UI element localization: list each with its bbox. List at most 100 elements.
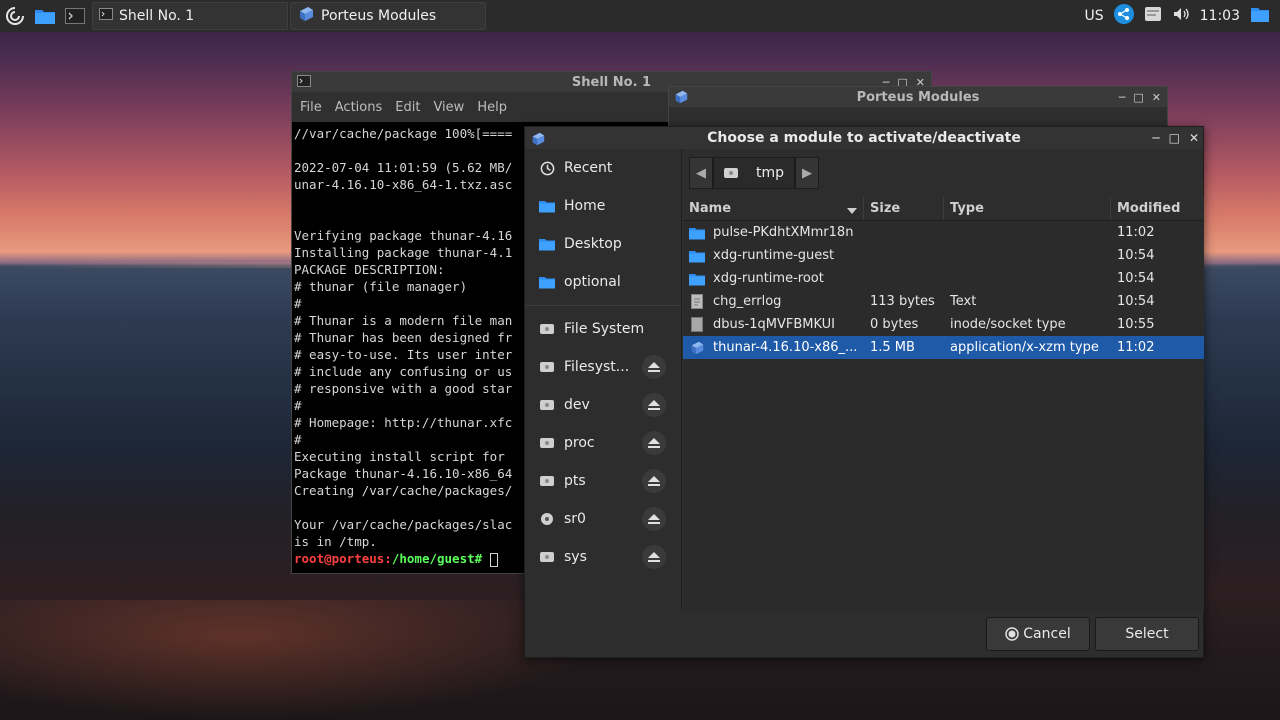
show-desktop-icon[interactable] [1250,5,1270,27]
sidebar-item-label: Home [564,198,606,214]
share-icon[interactable] [1113,4,1134,28]
file-list[interactable]: Name Size Type Modified pulse-PKdhtXMmr1… [683,197,1204,611]
module-icon [689,340,705,356]
eject-icon[interactable] [642,469,666,493]
path-bar: ◀ tmp ▶ [689,157,820,189]
file-row[interactable]: thunar-4.16.10-x86_... 1.5 MB application/… [683,336,1204,359]
terminal-launcher-icon[interactable] [60,0,90,32]
sort-descending-icon [847,204,857,219]
menu-view[interactable]: View [433,100,464,115]
close-icon[interactable]: ✕ [1189,131,1199,145]
taskbar-item-shell[interactable]: Shell No. 1 [92,2,288,30]
cancel-button[interactable]: Cancel [986,617,1090,651]
cancel-label: Cancel [1023,626,1071,642]
eject-icon[interactable] [642,507,666,531]
drive-icon [539,549,555,565]
column-header-label: Size [870,201,901,216]
select-button[interactable]: Select [1095,617,1199,651]
clock[interactable]: 11:03 [1200,8,1240,24]
path-forward-button[interactable]: ▶ [795,157,820,189]
disc-icon [539,511,555,527]
file-size: 1.5 MB [870,340,915,355]
text-file-icon [689,294,705,310]
file-chooser-dialog[interactable]: Choose a module to activate/deactivate ─… [524,126,1204,658]
chevron-right-icon: ▶ [802,165,813,181]
eject-icon[interactable] [642,355,666,379]
sidebar-item-sys[interactable]: sys [525,538,681,576]
file-name: dbus-1qMVFBMKUI [713,317,835,332]
menu-help[interactable]: Help [477,100,507,115]
path-back-button[interactable]: ◀ [689,157,713,189]
taskbar-item-porteus-modules[interactable]: Porteus Modules [290,2,486,30]
eject-icon[interactable] [642,431,666,455]
file-name-cell: xdg-runtime-guest [683,248,864,264]
drive-icon [539,397,555,413]
column-header-size[interactable]: Size [864,197,944,220]
prompt-user: root@porteus: [294,551,392,566]
file-name: xdg-runtime-root [713,271,824,286]
column-header-modified[interactable]: Modified [1111,197,1204,220]
sidebar-item-optional[interactable]: optional [525,263,681,301]
maximize-icon[interactable]: □ [1169,131,1180,145]
sidebar-item-filesyst[interactable]: Filesyst... [525,348,681,386]
wallpaper-sand-reflection [0,600,600,720]
sidebar-item-pts[interactable]: pts [525,462,681,500]
drive-icon [539,359,555,375]
file-type: Text [950,294,977,309]
sidebar-item-label: Filesyst... [564,359,630,375]
file-row[interactable]: xdg-runtime-guest 10:54 [683,244,1204,267]
file-row[interactable]: dbus-1qMVFBMKUI 0 bytes inode/socket type 1… [683,313,1204,336]
file-list-header: Name Size Type Modified [683,197,1204,221]
file-rows: pulse-PKdhtXMmr18n 11:02 xdg-runtime-guest… [683,221,1204,359]
minimize-icon[interactable]: ─ [1152,131,1159,145]
file-row[interactable]: xdg-runtime-root 10:54 [683,267,1204,290]
porteus-modules-titlebar[interactable]: Porteus Modules ─ □ ✕ [669,87,1167,107]
dialog-title: Choose a module to activate/deactivate [707,130,1021,146]
file-name: chg_errlog [713,294,782,309]
file-type: inode/socket type [950,317,1066,332]
sidebar-item-desktop[interactable]: Desktop [525,225,681,263]
path-crumb-label: tmp [756,165,785,181]
folder-icon [539,198,555,214]
sidebar-item-home[interactable]: Home [525,187,681,225]
file-manager-launcher-icon[interactable] [30,0,60,32]
cancel-icon [1005,627,1020,641]
folder-icon [689,225,705,241]
file-name-cell: thunar-4.16.10-x86_... [683,340,864,356]
minimize-icon[interactable]: ─ [1119,91,1126,104]
menu-edit[interactable]: Edit [395,100,420,115]
sidebar-item-dev[interactable]: dev [525,386,681,424]
eject-icon[interactable] [642,393,666,417]
eject-icon[interactable] [642,545,666,569]
porteus-modules-title: Porteus Modules [856,89,980,105]
menu-actions[interactable]: Actions [335,100,383,115]
close-icon[interactable]: ✕ [1152,91,1161,104]
file-type: application/x-xzm type [950,340,1099,355]
keyboard-layout-indicator[interactable]: US [1085,8,1104,24]
sidebar-item-label: sr0 [564,511,586,527]
file-row[interactable]: chg_errlog 113 bytes Text 10:54 [683,290,1204,313]
file-row[interactable]: pulse-PKdhtXMmr18n 11:02 [683,221,1204,244]
path-crumb-tmp[interactable]: tmp [713,157,796,189]
column-header-name[interactable]: Name [683,197,864,220]
column-header-type[interactable]: Type [944,197,1111,220]
file-name: pulse-PKdhtXMmr18n [713,225,854,240]
volume-icon[interactable] [1172,6,1190,26]
maximize-icon[interactable]: □ [1133,91,1143,104]
drive-icon [539,473,555,489]
file-name-cell: pulse-PKdhtXMmr18n [683,225,864,241]
sidebar-item-recent[interactable]: Recent [525,149,681,187]
folder-icon [539,236,555,252]
porteus-menu-icon[interactable] [0,0,30,32]
sidebar-item-label: Desktop [564,236,622,252]
dialog-titlebar[interactable]: Choose a module to activate/deactivate ─… [525,127,1203,149]
sidebar-item-sr0[interactable]: sr0 [525,500,681,538]
drive-icon [539,321,555,337]
module-icon [297,5,315,27]
menu-file[interactable]: File [300,100,322,115]
sidebar-item-proc[interactable]: proc [525,424,681,462]
sidebar-item-label: proc [564,435,595,451]
terminal-icon [99,8,113,24]
notes-icon[interactable] [1144,5,1162,27]
sidebar-item-file-system[interactable]: File System [525,310,681,348]
